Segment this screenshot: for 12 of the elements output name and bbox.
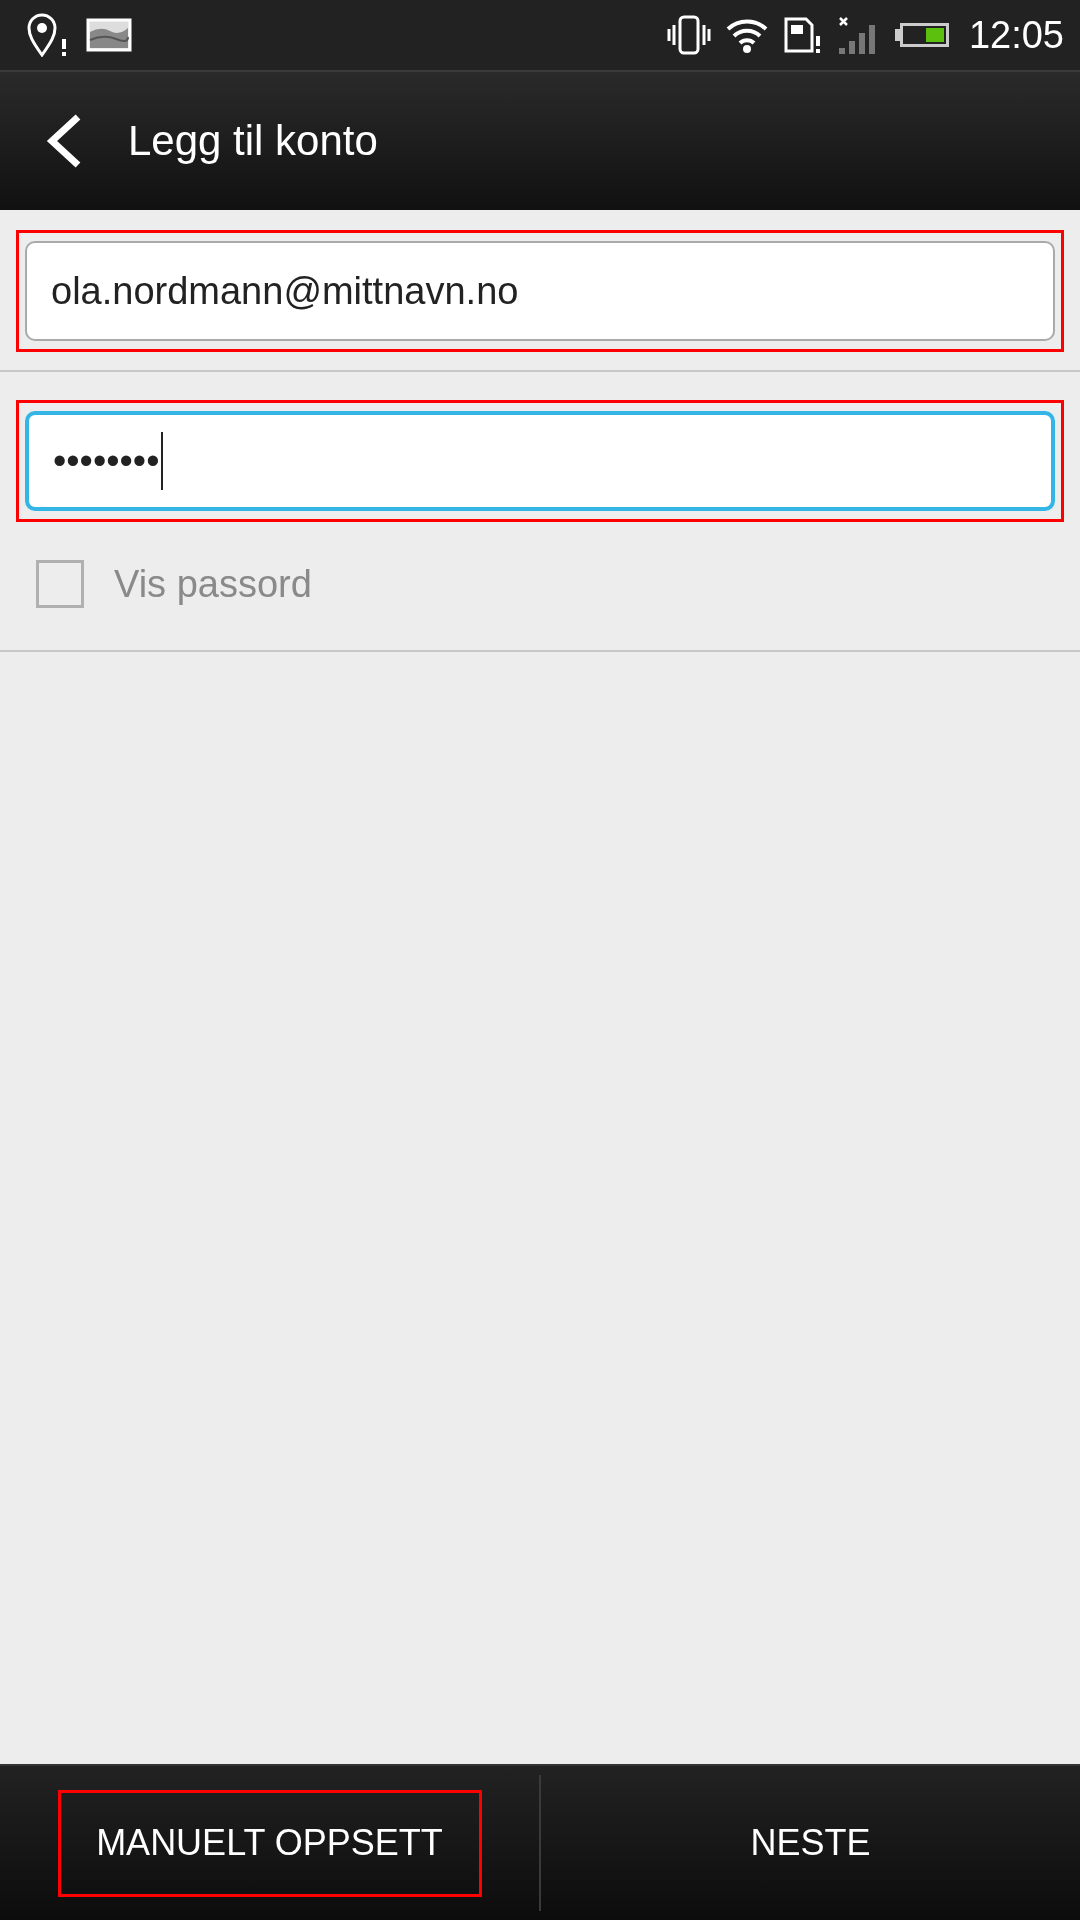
email-field[interactable]: ola.nordmann@mittnavn.no <box>25 241 1055 341</box>
vibrate-icon <box>666 15 711 55</box>
show-password-label: Vis passord <box>114 562 312 606</box>
status-time: 12:05 <box>968 13 1064 57</box>
action-button[interactable]: MANUELT OPPSETT <box>57 1789 482 1897</box>
action-button[interactable]: NESTE <box>598 1789 1023 1897</box>
sim-card-alert-icon <box>782 16 823 54</box>
battery-icon <box>894 21 949 49</box>
show-password-checkbox[interactable] <box>36 560 84 608</box>
password-field[interactable]: •••••••• <box>25 411 1055 511</box>
image-icon <box>86 18 132 52</box>
screen-title: Legg til konto <box>128 117 378 165</box>
